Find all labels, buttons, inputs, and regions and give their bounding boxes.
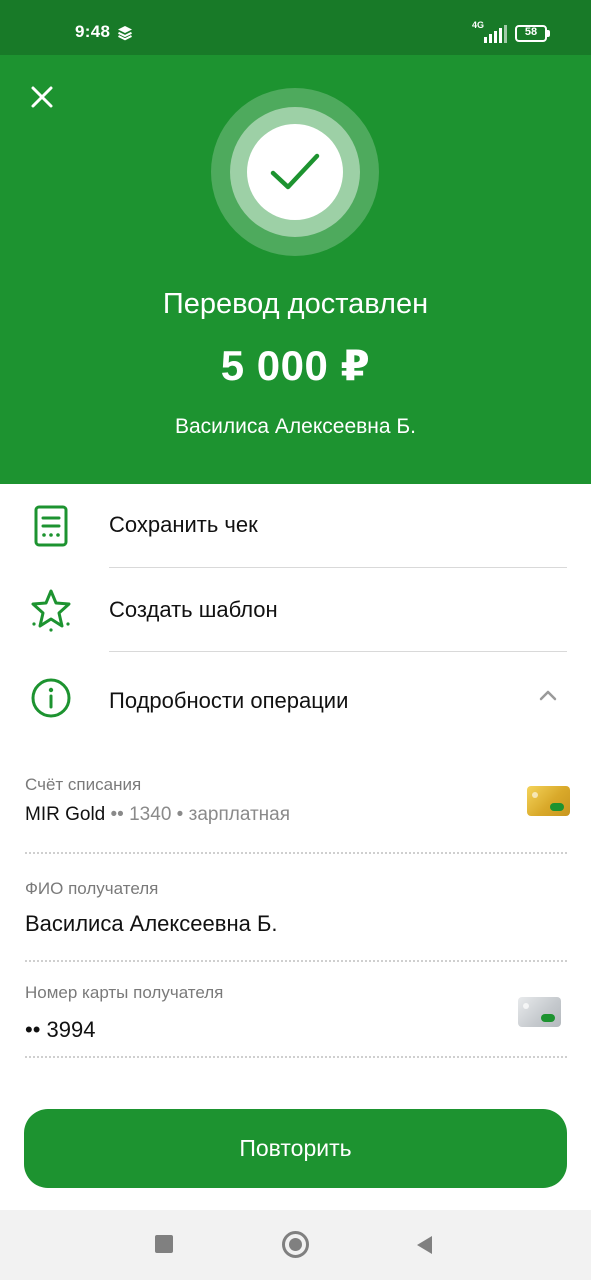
operation-details-label: Подробности операции — [109, 688, 349, 713]
close-icon[interactable] — [26, 81, 58, 113]
debit-account-value: MIR Gold •• 1340 • зарплатная — [25, 804, 290, 826]
star-icon — [31, 589, 71, 632]
battery-tip — [547, 30, 550, 37]
dotted-divider — [25, 1056, 567, 1058]
repeat-button[interactable]: Повторить — [24, 1109, 567, 1188]
dotted-divider — [25, 960, 567, 962]
success-badge — [247, 124, 343, 220]
battery-level: 58 — [524, 26, 538, 38]
bottom-action-panel: Повторить — [0, 1088, 591, 1210]
battery-icon: 58 — [515, 25, 547, 42]
transfer-recipient: Василиса Алексеевна Б. — [174, 415, 417, 438]
info-icon — [31, 678, 71, 718]
save-receipt-action[interactable]: Сохранить чек — [0, 484, 591, 568]
transfer-status-title: Перевод доставлен — [162, 288, 429, 320]
recipient-card-value: •• 3994 — [25, 1017, 96, 1042]
success-header: Перевод доставлен 5 000 ₽ Василиса Алекс… — [0, 55, 591, 484]
recipient-card-icon — [518, 997, 561, 1027]
back-icon[interactable] — [414, 1234, 434, 1256]
debit-account-label: Счёт списания — [25, 775, 142, 794]
home-button[interactable] — [282, 1231, 309, 1258]
create-template-action[interactable]: Создать шаблон — [0, 568, 591, 652]
recipient-card-label: Номер карты получателя — [25, 983, 224, 1002]
create-template-label: Создать шаблон — [109, 597, 278, 622]
transfer-amount: 5 000 ₽ — [220, 342, 371, 389]
save-receipt-label: Сохранить чек — [109, 512, 258, 537]
dotted-divider — [25, 852, 567, 854]
mir-gold-card-icon — [527, 786, 570, 816]
chevron-up-icon[interactable] — [538, 688, 558, 702]
check-icon — [270, 153, 320, 190]
recipient-name-value: Василиса Алексеевна Б. — [25, 911, 278, 936]
operation-details-toggle[interactable]: Подробности операции — [0, 652, 591, 748]
system-nav-bar — [0, 1210, 591, 1280]
recipient-name-label: ФИО получателя — [25, 879, 159, 898]
layers-icon — [118, 26, 132, 41]
signal-icon — [484, 25, 507, 43]
status-time: 9:48 — [75, 22, 111, 41]
recent-apps-button[interactable] — [155, 1235, 173, 1253]
card-name: MIR Gold — [25, 804, 106, 825]
card-type: • зарплатная — [176, 804, 291, 825]
card-mask: •• 1340 — [110, 804, 172, 825]
status-bar: 9:48 4G 58 — [0, 0, 591, 55]
receipt-icon — [34, 505, 68, 547]
